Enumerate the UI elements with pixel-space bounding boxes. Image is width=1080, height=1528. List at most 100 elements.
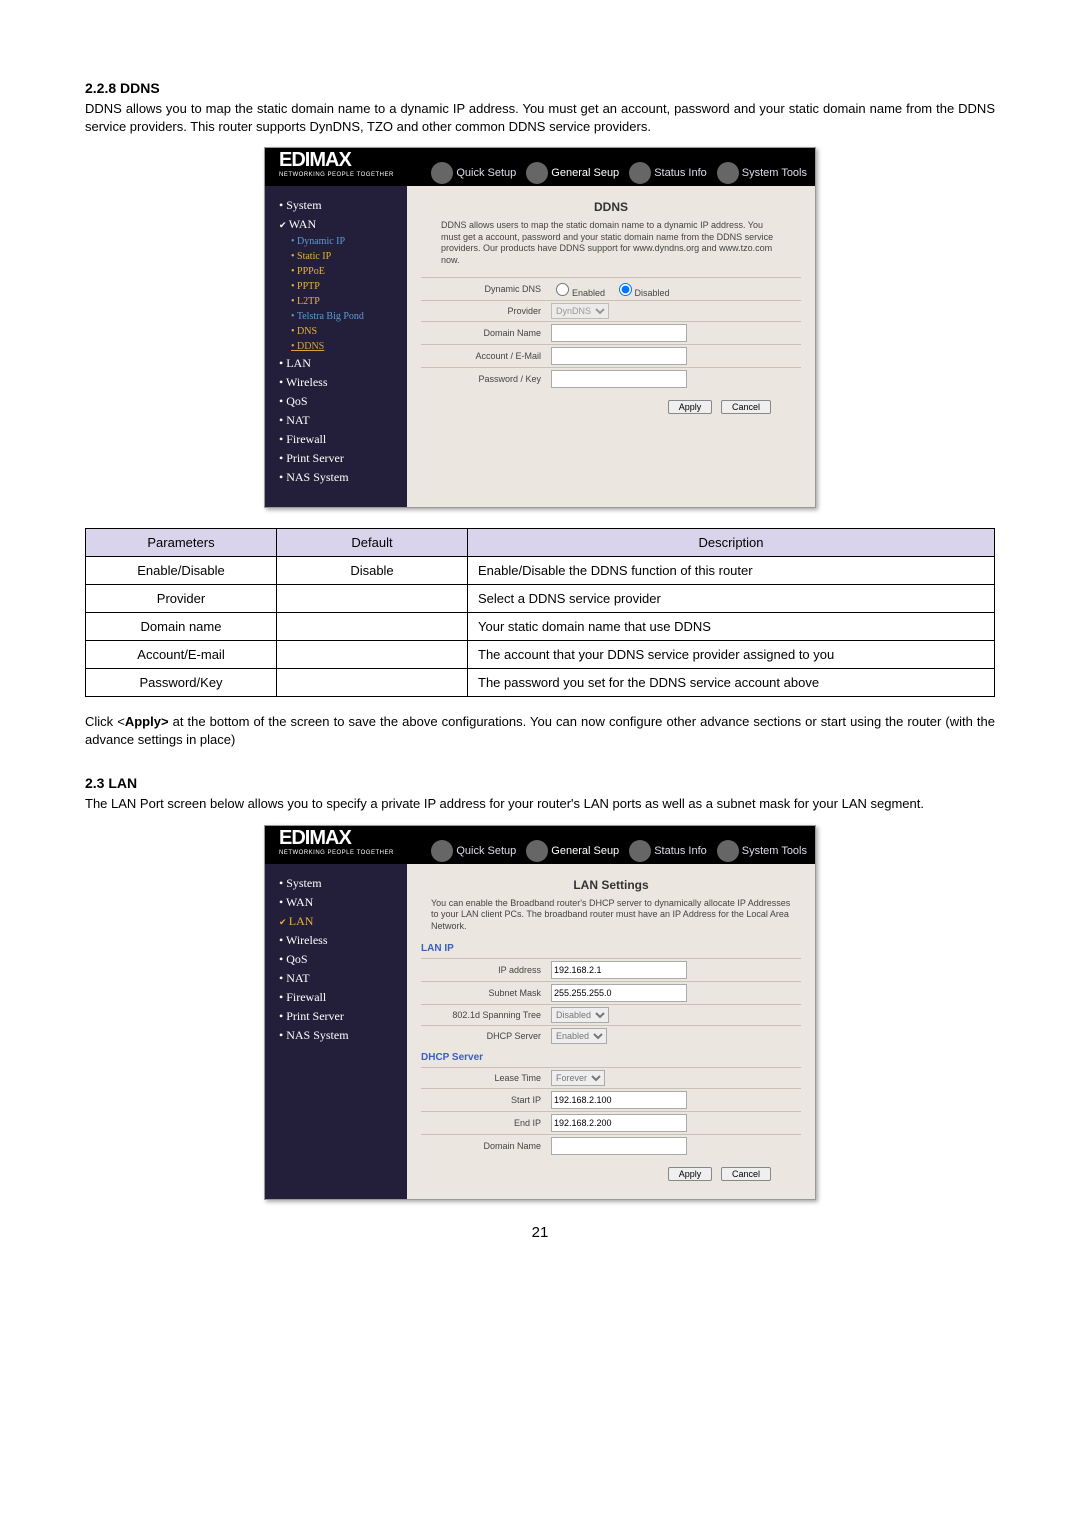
- label-subnet: Subnet Mask: [421, 988, 551, 998]
- radio-label: Enabled: [572, 288, 605, 298]
- tab-general-setup[interactable]: General Seup: [526, 162, 619, 184]
- page-number: 21: [85, 1224, 995, 1241]
- tab-label: System Tools: [742, 845, 807, 857]
- table-row: Domain name Your static domain name that…: [86, 613, 995, 641]
- brand-logo: EDIMAX NETWORKING PEOPLE TOGETHER: [279, 827, 394, 864]
- table-row: Provider Select a DDNS service provider: [86, 585, 995, 613]
- apply-button[interactable]: Apply: [668, 1167, 713, 1181]
- sidebar-item-nat[interactable]: NAT: [279, 969, 407, 988]
- input-domain-name[interactable]: [551, 324, 687, 342]
- ddns-intro-paragraph: DDNS allows you to map the static domain…: [85, 100, 995, 135]
- sidebar-item-nas[interactable]: NAS System: [279, 468, 407, 487]
- cell-param: Enable/Disable: [86, 557, 277, 585]
- table-row: Password/Key The password you set for th…: [86, 669, 995, 697]
- input-ip-address[interactable]: [551, 961, 687, 979]
- select-spanning-tree[interactable]: Disabled: [551, 1007, 609, 1023]
- cell-param: Provider: [86, 585, 277, 613]
- sidebar-item-wan[interactable]: WAN: [279, 215, 407, 234]
- sidebar-item-qos[interactable]: QoS: [279, 950, 407, 969]
- input-subnet[interactable]: [551, 984, 687, 1002]
- label-provider: Provider: [421, 306, 551, 316]
- tab-general-setup[interactable]: General Seup: [526, 840, 619, 862]
- sidebar-item-print-server[interactable]: Print Server: [279, 1007, 407, 1026]
- input-start-ip[interactable]: [551, 1091, 687, 1109]
- sidebar-item-wan[interactable]: WAN: [279, 893, 407, 912]
- input-end-ip[interactable]: [551, 1114, 687, 1132]
- apply-note-prefix: Click <: [85, 714, 125, 729]
- tab-quick-setup[interactable]: Quick Setup: [431, 162, 516, 184]
- sidebar-item-lan[interactable]: LAN: [279, 354, 407, 373]
- brand-logo: EDIMAX NETWORKING PEOPLE TOGETHER: [279, 149, 394, 186]
- apply-note-bold: Apply>: [125, 714, 169, 729]
- label-spanning-tree: 802.1d Spanning Tree: [421, 1010, 551, 1020]
- sidebar-sub-pppoe[interactable]: PPPoE: [279, 264, 407, 279]
- sidebar-item-print-server[interactable]: Print Server: [279, 449, 407, 468]
- sidebar-sub-telstra[interactable]: Telstra Big Pond: [279, 309, 407, 324]
- panel-title: LAN Settings: [421, 878, 801, 892]
- section-dhcp-server: DHCP Server: [421, 1052, 801, 1063]
- sidebar-sub-static-ip[interactable]: Static IP: [279, 249, 407, 264]
- select-provider[interactable]: DynDNS: [551, 303, 609, 319]
- cancel-button[interactable]: Cancel: [721, 400, 771, 414]
- tab-status-info[interactable]: Status Info: [629, 840, 707, 862]
- cancel-button[interactable]: Cancel: [721, 1167, 771, 1181]
- table-row: Enable/Disable Disable Enable/Disable th…: [86, 557, 995, 585]
- input-domain-name[interactable]: [551, 1137, 687, 1155]
- brand-tag: NETWORKING PEOPLE TOGETHER: [279, 172, 394, 178]
- content-panel-ddns: DDNS DDNS allows users to map the static…: [407, 186, 815, 507]
- cell-param: Account/E-mail: [86, 641, 277, 669]
- th-parameters: Parameters: [86, 529, 277, 557]
- select-dhcp-server[interactable]: Enabled: [551, 1028, 607, 1044]
- radio-disabled[interactable]: Disabled: [614, 288, 670, 298]
- tab-quick-setup[interactable]: Quick Setup: [431, 840, 516, 862]
- content-panel-lan: LAN Settings You can enable the Broadban…: [407, 864, 815, 1199]
- sidebar-item-system[interactable]: System: [279, 196, 407, 215]
- brand-name: EDIMAX: [279, 149, 351, 171]
- radio-enabled[interactable]: Enabled: [551, 288, 605, 298]
- apply-note-suffix: at the bottom of the screen to save the …: [85, 714, 995, 747]
- tab-system-tools[interactable]: System Tools: [717, 162, 807, 184]
- panel-intro: DDNS allows users to map the static doma…: [441, 220, 781, 267]
- label-domain-name: Domain Name: [421, 328, 551, 338]
- sidebar-item-wireless[interactable]: Wireless: [279, 931, 407, 950]
- select-lease-time[interactable]: Forever: [551, 1070, 605, 1086]
- input-account[interactable]: [551, 347, 687, 365]
- sidebar-sub-ddns[interactable]: DDNS: [279, 339, 407, 354]
- sidebar-sub-l2tp[interactable]: L2TP: [279, 294, 407, 309]
- tab-icon: [717, 162, 739, 184]
- router-screenshot-ddns: EDIMAX NETWORKING PEOPLE TOGETHER Quick …: [264, 147, 816, 508]
- sidebar-item-nat[interactable]: NAT: [279, 411, 407, 430]
- section-heading-ddns: 2.2.8 DDNS: [85, 80, 995, 96]
- tab-icon: [629, 162, 651, 184]
- cell-desc: Enable/Disable the DDNS function of this…: [468, 557, 995, 585]
- brand-name: EDIMAX: [279, 827, 351, 849]
- tab-label: Quick Setup: [456, 845, 516, 857]
- sidebar-item-lan[interactable]: LAN: [279, 912, 407, 931]
- tab-icon: [717, 840, 739, 862]
- sidebar-item-qos[interactable]: QoS: [279, 392, 407, 411]
- tab-status-info[interactable]: Status Info: [629, 162, 707, 184]
- sidebar-sub-pptp[interactable]: PPTP: [279, 279, 407, 294]
- sidebar-item-wireless[interactable]: Wireless: [279, 373, 407, 392]
- radio-label: Disabled: [635, 288, 670, 298]
- sidebar-item-firewall[interactable]: Firewall: [279, 430, 407, 449]
- tab-icon: [526, 840, 548, 862]
- cell-desc: The password you set for the DDNS servic…: [468, 669, 995, 697]
- sidebar-sub-dynamic-ip[interactable]: Dynamic IP: [279, 234, 407, 249]
- th-default: Default: [277, 529, 468, 557]
- router-screenshot-lan: EDIMAX NETWORKING PEOPLE TOGETHER Quick …: [264, 825, 816, 1200]
- sidebar-item-firewall[interactable]: Firewall: [279, 988, 407, 1007]
- cell-default: [277, 641, 468, 669]
- apply-button[interactable]: Apply: [668, 400, 713, 414]
- sidebar-sub-dns[interactable]: DNS: [279, 324, 407, 339]
- cell-desc: The account that your DDNS service provi…: [468, 641, 995, 669]
- label-dhcp-server: DHCP Server: [421, 1031, 551, 1041]
- parameters-table: Parameters Default Description Enable/Di…: [85, 528, 995, 697]
- tab-system-tools[interactable]: System Tools: [717, 840, 807, 862]
- section-heading-lan: 2.3 LAN: [85, 775, 995, 791]
- sidebar-item-system[interactable]: System: [279, 874, 407, 893]
- lan-intro-paragraph: The LAN Port screen below allows you to …: [85, 795, 995, 813]
- sidebar-item-nas[interactable]: NAS System: [279, 1026, 407, 1045]
- input-password[interactable]: [551, 370, 687, 388]
- tab-label: Status Info: [654, 167, 707, 179]
